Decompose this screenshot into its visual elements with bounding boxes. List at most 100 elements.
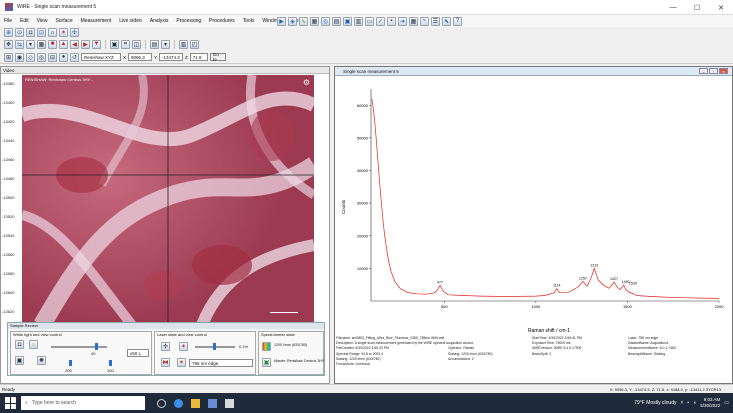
image-view-icon[interactable]: ▣: [110, 39, 119, 49]
arrow-left-icon[interactable]: ◀: [70, 39, 79, 49]
edge-icon[interactable]: [174, 398, 183, 408]
store-icon[interactable]: [208, 398, 217, 408]
laser-icon[interactable]: ✶: [59, 28, 68, 37]
brightness-slider[interactable]: [51, 346, 107, 348]
arrow-icon[interactable]: ➜: [398, 16, 407, 26]
save-icon[interactable]: ▪: [387, 16, 396, 26]
wire-taskbar-icon[interactable]: [225, 398, 234, 408]
menu-surface[interactable]: Surface: [51, 18, 76, 24]
help-icon[interactable]: ?: [453, 16, 462, 26]
menu-live-video[interactable]: Live video: [115, 18, 146, 24]
tile-icon[interactable]: ▥: [179, 39, 188, 49]
scan-icon[interactable]: ⊟: [48, 52, 57, 62]
clock[interactable]: 9:03 AM 5/30/2022: [700, 397, 720, 409]
image-icon[interactable]: ▣: [343, 16, 352, 26]
cursor-icon[interactable]: ⬉: [442, 16, 451, 26]
detector-icon[interactable]: ▣: [262, 358, 271, 367]
check-icon[interactable]: ✓: [376, 16, 385, 26]
record-icon[interactable]: ●: [59, 52, 68, 62]
menu-edit[interactable]: Edit: [16, 18, 33, 24]
grating-icon[interactable]: [262, 342, 271, 351]
arrow-right-icon[interactable]: ▶: [81, 39, 90, 49]
table-icon[interactable]: ▦: [409, 16, 418, 26]
windows-start-icon[interactable]: [5, 397, 17, 409]
y-input[interactable]: -13474.3: [159, 53, 184, 61]
task-view-icon[interactable]: [157, 398, 166, 408]
laser-burst-icon[interactable]: ✶: [179, 342, 188, 351]
brightness-icon[interactable]: ✺: [37, 356, 46, 365]
image-settings-icon[interactable]: ▣: [15, 356, 24, 365]
move-icon[interactable]: ⇆: [15, 39, 24, 49]
menu-measurement[interactable]: Measurement: [77, 18, 116, 24]
lens-icon[interactable]: ◎: [37, 52, 46, 62]
snapshot-icon[interactable]: ⊡: [37, 28, 46, 37]
dropdown-icon[interactable]: ▾: [161, 39, 170, 49]
spectrum-icon[interactable]: ∿: [299, 16, 308, 26]
spectrum-close-button[interactable]: x: [719, 68, 728, 74]
spectrum-minimize-button[interactable]: –: [699, 68, 708, 74]
z-input[interactable]: 71.8: [189, 53, 208, 61]
maximize-button[interactable]: ☐: [685, 0, 709, 15]
slider-b-thumb[interactable]: [109, 360, 112, 366]
menu-view[interactable]: View: [33, 18, 52, 24]
weather-widget[interactable]: 79°F Mostly cloudy: [634, 400, 676, 406]
dropdown-icon[interactable]: ▾: [26, 39, 35, 49]
reset-icon[interactable]: ↺: [70, 52, 79, 62]
volume-icon[interactable]: ◖: [693, 400, 696, 406]
wave-icon[interactable]: ≈: [420, 16, 429, 26]
menu-analysis[interactable]: Analysis: [146, 18, 173, 24]
chart-icon[interactable]: ▥: [354, 16, 363, 26]
zoom-icon[interactable]: ⊕: [4, 28, 13, 37]
grid-icon[interactable]: ▤: [332, 16, 341, 26]
overlay-icon[interactable]: ◫: [132, 39, 141, 49]
crosshair-icon[interactable]: ✣: [161, 342, 170, 351]
layout-icon[interactable]: ▤: [150, 39, 159, 49]
raman-spectrum-chart[interactable]: 10000 20000 30000 40000 50000 60000 500 1000 150…: [335, 77, 733, 339]
close-button[interactable]: ✕: [709, 0, 733, 15]
arrow-down-icon[interactable]: ▼: [92, 39, 101, 49]
laser-power-thumb[interactable]: [213, 343, 216, 350]
taskbar-search[interactable]: ⌕ Type here to search: [21, 396, 145, 410]
slider-a-thumb[interactable]: [69, 360, 72, 366]
laser-on-icon[interactable]: ✶: [177, 358, 186, 367]
chevron-up-icon[interactable]: ˄: [681, 400, 684, 406]
bulb-icon[interactable]: ☼: [29, 340, 38, 349]
camera-icon[interactable]: ◘: [15, 340, 24, 349]
objective-icon[interactable]: ◉: [15, 52, 24, 62]
measure-icon[interactable]: ◈: [288, 16, 297, 26]
stage-icon[interactable]: ✣: [70, 28, 79, 37]
joystick-icon[interactable]: ✥: [4, 39, 13, 49]
shutter-icon[interactable]: ⧓: [161, 358, 170, 367]
cascade-icon[interactable]: ◰: [190, 39, 199, 49]
laser-select[interactable]: 785 nm edge: [189, 359, 253, 367]
stage-control-icon[interactable]: ⊞: [4, 52, 13, 62]
gear-icon[interactable]: ⚙: [303, 78, 310, 87]
stage-select[interactable]: Renishaw XYZ: [81, 53, 121, 61]
menu-processing[interactable]: Processing: [172, 18, 205, 24]
grid-select-icon[interactable]: ▦: [37, 39, 46, 49]
light-icon[interactable]: ☼: [48, 28, 57, 37]
arrow-up-icon[interactable]: ▲: [59, 39, 68, 49]
live-video-image[interactable]: RENISHAW: Renishaw Centrus 3HY... ⚙: [22, 75, 314, 325]
crop-icon[interactable]: ⌗: [121, 39, 130, 49]
filter-icon[interactable]: ◇: [26, 52, 35, 62]
minimize-button[interactable]: —: [661, 0, 685, 15]
stack-icon[interactable]: ☰: [431, 16, 440, 26]
stop-icon[interactable]: ■: [48, 39, 57, 49]
notification-icon[interactable]: ▭: [724, 400, 729, 406]
file-explorer-icon[interactable]: [191, 398, 200, 408]
menu-procedures[interactable]: Procedures: [205, 18, 239, 24]
focus-icon[interactable]: ◎: [321, 16, 330, 26]
x-input[interactable]: 9096.3: [128, 53, 153, 61]
goto-button[interactable]: Go to: [209, 52, 226, 62]
folder-icon[interactable]: ▭: [365, 16, 374, 26]
play-icon[interactable]: ▶: [277, 16, 286, 26]
spectrum-restore-button[interactable]: ▫: [709, 68, 718, 74]
target-icon[interactable]: ⊙: [15, 28, 24, 37]
menu-file[interactable]: File: [0, 18, 16, 24]
objective-select[interactable]: x50 L: [127, 349, 149, 357]
camera-icon[interactable]: ◘: [26, 28, 35, 37]
map-icon[interactable]: ▦: [310, 16, 319, 26]
menu-tools[interactable]: Tools: [239, 18, 259, 24]
brightness-slider-thumb[interactable]: [95, 343, 98, 350]
